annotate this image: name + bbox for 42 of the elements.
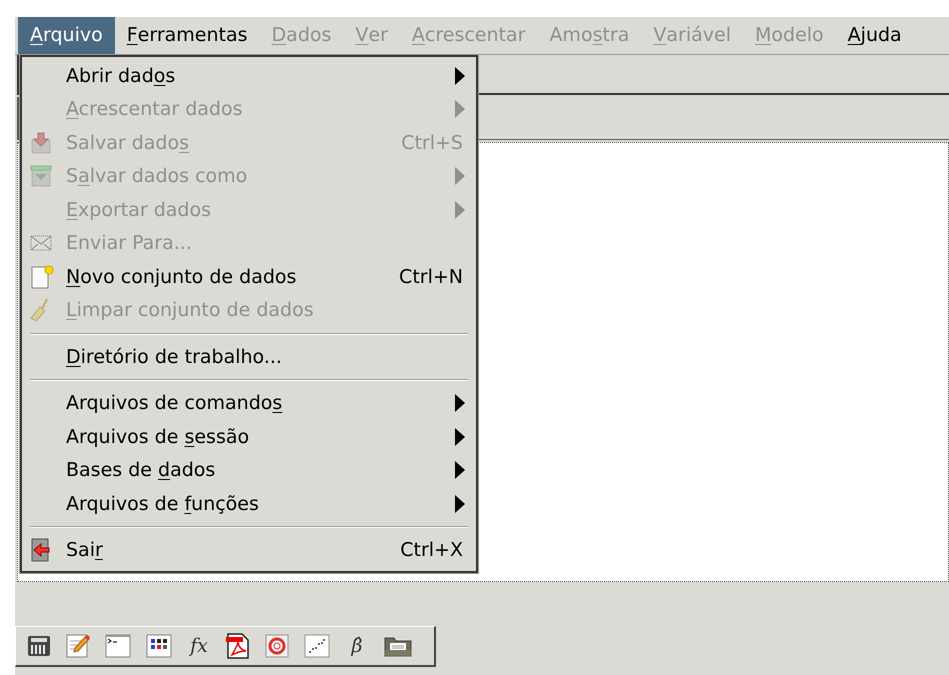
menu-item-label: Bases de dados: [66, 458, 216, 483]
toolbar-button[interactable]: fx: [187, 632, 211, 660]
menu-item-label: Enviar Para...: [66, 231, 193, 256]
menu-item-label: Arquivos de funções: [66, 492, 260, 516]
save-icon: [30, 130, 52, 155]
menu-item-label: Salvar dados como: [66, 164, 248, 189]
save-icon: [30, 164, 52, 188]
menu-item-label: Salvar dados: [66, 130, 190, 156]
pdf-icon[interactable]: [226, 633, 250, 659]
menu-item-label: Arquivos de sessão: [66, 424, 250, 450]
menu-item[interactable]: Arquivos de comandos: [30, 386, 468, 420]
shortcut-text: Ctrl+X: [400, 538, 463, 563]
menu-item[interactable]: Bases de dados: [30, 454, 468, 487]
menu-item-label: Limpar conjunto de dados: [66, 298, 315, 323]
envelope-icon: [30, 235, 52, 252]
menu-item-label: Diretório de trabalho...: [66, 344, 283, 370]
terminal-icon[interactable]: [105, 634, 131, 658]
exit-icon: [30, 538, 52, 562]
menu-title[interactable]: Arquivo: [18, 17, 115, 54]
menu-item-label: Exportar dados: [66, 198, 212, 222]
notepad-pencil-icon[interactable]: [66, 633, 90, 659]
menu-item[interactable]: Sair Ctrl+X: [30, 534, 468, 567]
menu-item[interactable]: Abrir dados: [30, 59, 468, 92]
new-document-icon: [30, 264, 54, 289]
scatter-plot-icon[interactable]: [304, 634, 330, 658]
toolbar-button[interactable]: β̂: [345, 632, 369, 660]
shortcut-text: Ctrl+S: [401, 130, 463, 156]
menu-item[interactable]: Arquivos de funções: [30, 487, 468, 520]
menu-item-label: Acrescentar dados: [66, 97, 244, 122]
shortcut-text: Ctrl+N: [399, 264, 463, 290]
menu-title[interactable]: Ajuda: [836, 17, 914, 54]
menu-item[interactable]: Diretório de trabalho...: [30, 340, 468, 374]
lifebuoy-icon[interactable]: [265, 634, 289, 658]
menu-item-label: Sair: [66, 538, 104, 563]
variable-grid-icon[interactable]: [146, 634, 172, 658]
menu-item-label: Arquivos de comandos: [66, 391, 284, 416]
menu-title[interactable]: Ferramentas: [114, 17, 260, 54]
menu-item[interactable]: Arquivos de sessão: [30, 420, 468, 454]
menu-item[interactable]: Novo conjunto de dados Ctrl+N: [30, 260, 468, 294]
menu-item-label: Novo conjunto de dados: [66, 264, 298, 290]
menu-item-label: Abrir dados: [66, 64, 176, 88]
calculator-icon[interactable]: [27, 634, 51, 658]
